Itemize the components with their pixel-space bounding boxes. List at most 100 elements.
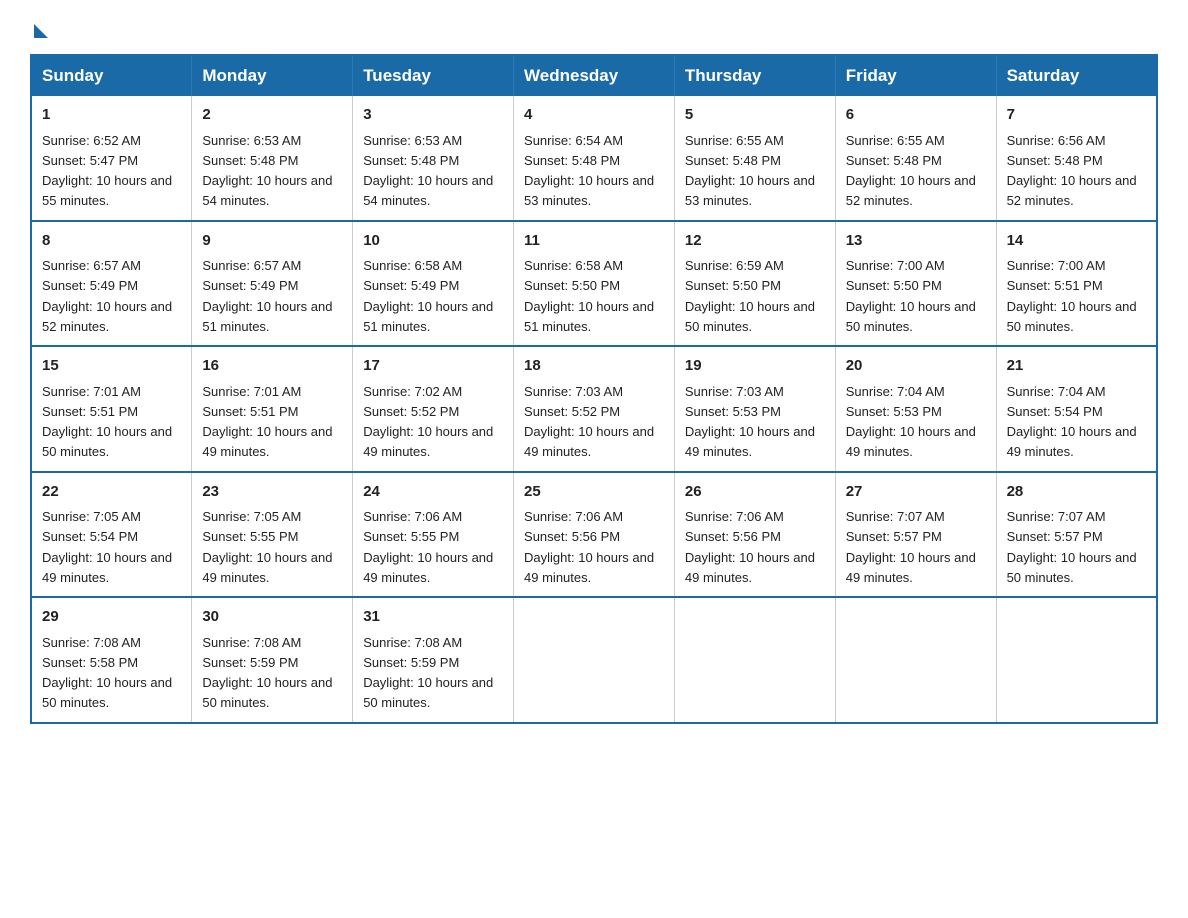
day-number: 6 <box>846 104 986 127</box>
day-info: Sunrise: 7:06 AMSunset: 5:56 PMDaylight:… <box>524 509 654 585</box>
day-info: Sunrise: 7:00 AMSunset: 5:51 PMDaylight:… <box>1007 258 1137 334</box>
day-info: Sunrise: 7:07 AMSunset: 5:57 PMDaylight:… <box>846 509 976 585</box>
calendar-cell <box>514 597 675 723</box>
logo-arrow-icon <box>34 24 48 38</box>
day-number: 16 <box>202 355 342 378</box>
day-number: 14 <box>1007 230 1146 253</box>
day-number: 13 <box>846 230 986 253</box>
day-info: Sunrise: 6:55 AMSunset: 5:48 PMDaylight:… <box>846 133 976 209</box>
day-number: 5 <box>685 104 825 127</box>
calendar-cell <box>996 597 1157 723</box>
calendar-cell: 20 Sunrise: 7:04 AMSunset: 5:53 PMDaylig… <box>835 346 996 472</box>
calendar-cell: 8 Sunrise: 6:57 AMSunset: 5:49 PMDayligh… <box>31 221 192 347</box>
calendar-cell: 18 Sunrise: 7:03 AMSunset: 5:52 PMDaylig… <box>514 346 675 472</box>
day-info: Sunrise: 7:02 AMSunset: 5:52 PMDaylight:… <box>363 384 493 460</box>
day-info: Sunrise: 6:59 AMSunset: 5:50 PMDaylight:… <box>685 258 815 334</box>
day-info: Sunrise: 7:06 AMSunset: 5:56 PMDaylight:… <box>685 509 815 585</box>
day-number: 1 <box>42 104 181 127</box>
day-number: 3 <box>363 104 503 127</box>
day-info: Sunrise: 6:55 AMSunset: 5:48 PMDaylight:… <box>685 133 815 209</box>
calendar-header-row: SundayMondayTuesdayWednesdayThursdayFrid… <box>31 55 1157 96</box>
day-number: 22 <box>42 481 181 504</box>
day-info: Sunrise: 7:03 AMSunset: 5:52 PMDaylight:… <box>524 384 654 460</box>
calendar-cell: 31 Sunrise: 7:08 AMSunset: 5:59 PMDaylig… <box>353 597 514 723</box>
day-number: 23 <box>202 481 342 504</box>
day-info: Sunrise: 7:08 AMSunset: 5:58 PMDaylight:… <box>42 635 172 711</box>
calendar-week-3: 15 Sunrise: 7:01 AMSunset: 5:51 PMDaylig… <box>31 346 1157 472</box>
day-info: Sunrise: 7:08 AMSunset: 5:59 PMDaylight:… <box>202 635 332 711</box>
calendar-week-4: 22 Sunrise: 7:05 AMSunset: 5:54 PMDaylig… <box>31 472 1157 598</box>
calendar-cell: 26 Sunrise: 7:06 AMSunset: 5:56 PMDaylig… <box>674 472 835 598</box>
day-info: Sunrise: 7:08 AMSunset: 5:59 PMDaylight:… <box>363 635 493 711</box>
day-info: Sunrise: 6:53 AMSunset: 5:48 PMDaylight:… <box>363 133 493 209</box>
calendar-week-1: 1 Sunrise: 6:52 AMSunset: 5:47 PMDayligh… <box>31 96 1157 221</box>
header-sunday: Sunday <box>31 55 192 96</box>
day-number: 17 <box>363 355 503 378</box>
day-number: 8 <box>42 230 181 253</box>
header-saturday: Saturday <box>996 55 1157 96</box>
day-info: Sunrise: 7:00 AMSunset: 5:50 PMDaylight:… <box>846 258 976 334</box>
calendar-cell: 11 Sunrise: 6:58 AMSunset: 5:50 PMDaylig… <box>514 221 675 347</box>
day-info: Sunrise: 7:06 AMSunset: 5:55 PMDaylight:… <box>363 509 493 585</box>
day-number: 26 <box>685 481 825 504</box>
day-number: 24 <box>363 481 503 504</box>
calendar-cell: 25 Sunrise: 7:06 AMSunset: 5:56 PMDaylig… <box>514 472 675 598</box>
day-number: 19 <box>685 355 825 378</box>
header-monday: Monday <box>192 55 353 96</box>
day-info: Sunrise: 7:01 AMSunset: 5:51 PMDaylight:… <box>42 384 172 460</box>
day-number: 31 <box>363 606 503 629</box>
day-info: Sunrise: 6:57 AMSunset: 5:49 PMDaylight:… <box>202 258 332 334</box>
day-info: Sunrise: 6:52 AMSunset: 5:47 PMDaylight:… <box>42 133 172 209</box>
day-number: 7 <box>1007 104 1146 127</box>
day-info: Sunrise: 7:04 AMSunset: 5:54 PMDaylight:… <box>1007 384 1137 460</box>
calendar-cell: 5 Sunrise: 6:55 AMSunset: 5:48 PMDayligh… <box>674 96 835 221</box>
day-number: 30 <box>202 606 342 629</box>
day-number: 29 <box>42 606 181 629</box>
calendar-cell: 19 Sunrise: 7:03 AMSunset: 5:53 PMDaylig… <box>674 346 835 472</box>
calendar-cell: 14 Sunrise: 7:00 AMSunset: 5:51 PMDaylig… <box>996 221 1157 347</box>
calendar-cell <box>835 597 996 723</box>
calendar-week-2: 8 Sunrise: 6:57 AMSunset: 5:49 PMDayligh… <box>31 221 1157 347</box>
day-info: Sunrise: 6:58 AMSunset: 5:50 PMDaylight:… <box>524 258 654 334</box>
calendar-cell: 2 Sunrise: 6:53 AMSunset: 5:48 PMDayligh… <box>192 96 353 221</box>
day-info: Sunrise: 7:04 AMSunset: 5:53 PMDaylight:… <box>846 384 976 460</box>
calendar-cell: 13 Sunrise: 7:00 AMSunset: 5:50 PMDaylig… <box>835 221 996 347</box>
calendar-cell: 3 Sunrise: 6:53 AMSunset: 5:48 PMDayligh… <box>353 96 514 221</box>
logo <box>30 20 48 34</box>
calendar-cell: 9 Sunrise: 6:57 AMSunset: 5:49 PMDayligh… <box>192 221 353 347</box>
calendar-cell: 1 Sunrise: 6:52 AMSunset: 5:47 PMDayligh… <box>31 96 192 221</box>
calendar-cell: 27 Sunrise: 7:07 AMSunset: 5:57 PMDaylig… <box>835 472 996 598</box>
header-tuesday: Tuesday <box>353 55 514 96</box>
day-number: 25 <box>524 481 664 504</box>
day-number: 10 <box>363 230 503 253</box>
calendar-cell: 15 Sunrise: 7:01 AMSunset: 5:51 PMDaylig… <box>31 346 192 472</box>
calendar-cell: 10 Sunrise: 6:58 AMSunset: 5:49 PMDaylig… <box>353 221 514 347</box>
day-info: Sunrise: 7:01 AMSunset: 5:51 PMDaylight:… <box>202 384 332 460</box>
day-info: Sunrise: 6:58 AMSunset: 5:49 PMDaylight:… <box>363 258 493 334</box>
calendar-table: SundayMondayTuesdayWednesdayThursdayFrid… <box>30 54 1158 724</box>
calendar-cell: 24 Sunrise: 7:06 AMSunset: 5:55 PMDaylig… <box>353 472 514 598</box>
calendar-week-5: 29 Sunrise: 7:08 AMSunset: 5:58 PMDaylig… <box>31 597 1157 723</box>
calendar-cell: 12 Sunrise: 6:59 AMSunset: 5:50 PMDaylig… <box>674 221 835 347</box>
day-number: 12 <box>685 230 825 253</box>
day-number: 20 <box>846 355 986 378</box>
calendar-cell: 22 Sunrise: 7:05 AMSunset: 5:54 PMDaylig… <box>31 472 192 598</box>
calendar-cell: 4 Sunrise: 6:54 AMSunset: 5:48 PMDayligh… <box>514 96 675 221</box>
day-number: 11 <box>524 230 664 253</box>
day-number: 9 <box>202 230 342 253</box>
header-friday: Friday <box>835 55 996 96</box>
day-number: 21 <box>1007 355 1146 378</box>
day-info: Sunrise: 7:05 AMSunset: 5:55 PMDaylight:… <box>202 509 332 585</box>
day-info: Sunrise: 7:07 AMSunset: 5:57 PMDaylight:… <box>1007 509 1137 585</box>
day-number: 18 <box>524 355 664 378</box>
day-info: Sunrise: 7:03 AMSunset: 5:53 PMDaylight:… <box>685 384 815 460</box>
calendar-cell: 30 Sunrise: 7:08 AMSunset: 5:59 PMDaylig… <box>192 597 353 723</box>
calendar-cell: 23 Sunrise: 7:05 AMSunset: 5:55 PMDaylig… <box>192 472 353 598</box>
day-number: 27 <box>846 481 986 504</box>
day-number: 4 <box>524 104 664 127</box>
header-wednesday: Wednesday <box>514 55 675 96</box>
calendar-cell: 6 Sunrise: 6:55 AMSunset: 5:48 PMDayligh… <box>835 96 996 221</box>
calendar-cell: 21 Sunrise: 7:04 AMSunset: 5:54 PMDaylig… <box>996 346 1157 472</box>
day-info: Sunrise: 6:56 AMSunset: 5:48 PMDaylight:… <box>1007 133 1137 209</box>
day-number: 28 <box>1007 481 1146 504</box>
